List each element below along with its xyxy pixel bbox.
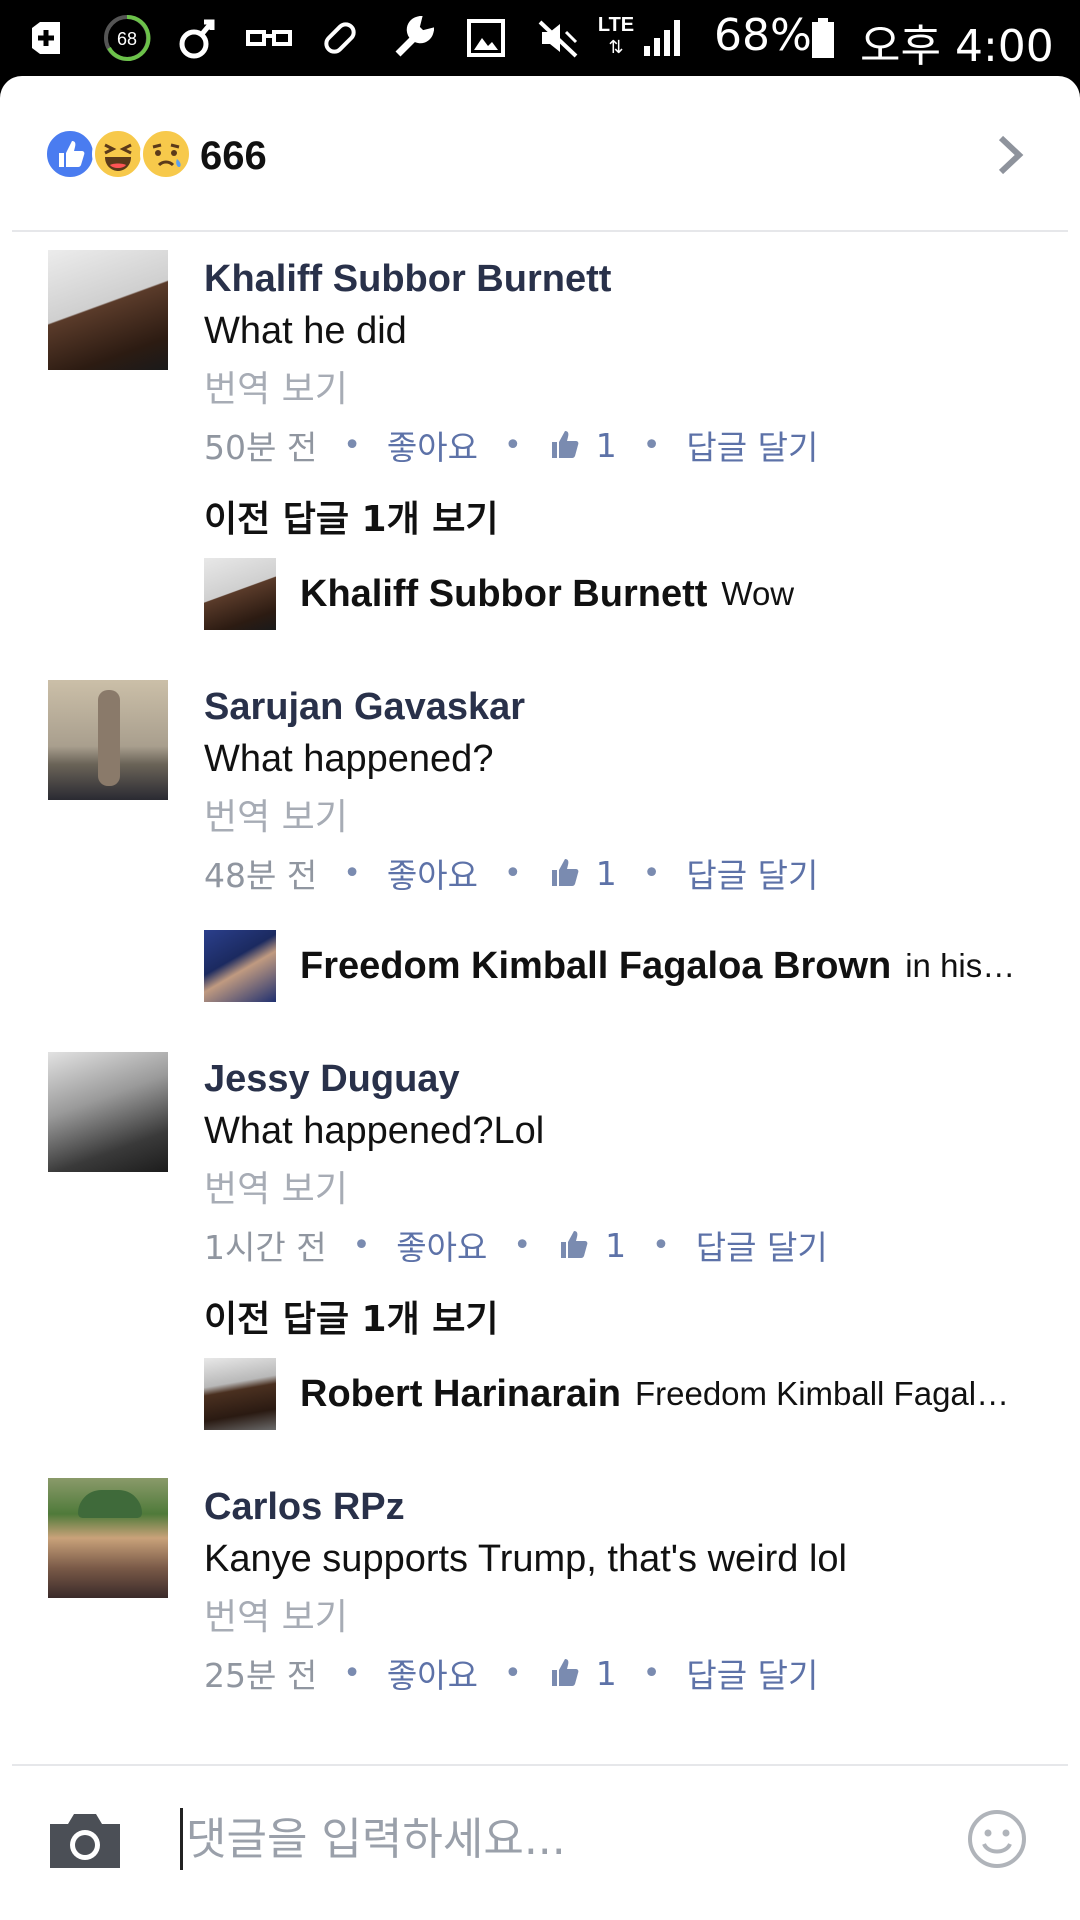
reactions-bar[interactable]: 666 (0, 76, 1080, 230)
camera-icon[interactable] (46, 1810, 124, 1872)
reply-button[interactable]: 답글 달기 (686, 421, 818, 469)
translate-link[interactable]: 번역 보기 (204, 788, 348, 840)
reply-text: Wow (721, 575, 795, 612)
thumbs-up-icon (548, 1656, 582, 1690)
image-icon (466, 14, 506, 62)
like-count: 1 (595, 1653, 617, 1693)
add-box-icon (26, 14, 66, 62)
like-button[interactable]: 좋아요 (387, 849, 478, 897)
reply-preview[interactable]: Khaliff Subbor Burnett Wow (300, 558, 1050, 630)
reply-text: in his… (905, 947, 1016, 984)
divider (12, 230, 1068, 232)
reply-avatar[interactable] (204, 1358, 276, 1430)
view-previous-replies[interactable]: 이전 답글 1개 보기 (204, 1290, 499, 1342)
comment-list[interactable]: Khaliff Subbor Burnett What he did 번역 보기… (0, 236, 1080, 1840)
mute-icon (536, 14, 580, 62)
translate-link[interactable]: 번역 보기 (204, 360, 348, 412)
comment-author[interactable]: Khaliff Subbor Burnett (204, 258, 611, 301)
translate-link[interactable]: 번역 보기 (204, 1588, 348, 1640)
comment-actions: 1시간 전 • 좋아요 • 1 • 답글 달기 (204, 1220, 828, 1270)
thumbs-up-icon (557, 1228, 591, 1262)
male-symbol-icon (178, 14, 218, 62)
reply-avatar[interactable] (204, 558, 276, 630)
signal-icon (640, 14, 686, 62)
comment-time: 50분 전 (204, 428, 318, 467)
status-bar: 68 LTE ⇅ 68% 오후 4:00 (0, 0, 1080, 76)
reply-button[interactable]: 답글 달기 (696, 1221, 828, 1269)
comment-input[interactable] (186, 1804, 946, 1874)
reply-button[interactable]: 답글 달기 (686, 849, 818, 897)
battery-icon (810, 14, 836, 62)
svg-text:68: 68 (117, 29, 137, 49)
reply-author[interactable]: Freedom Kimball Fagaloa Brown (300, 945, 891, 988)
like-count: 1 (595, 425, 617, 465)
comment-actions: 50분 전 • 좋아요 • 1 • 답글 달기 (204, 420, 818, 470)
reply-text: Freedom Kimball Fagal… (634, 1375, 1010, 1412)
like-button[interactable]: 좋아요 (396, 1221, 487, 1269)
glasses-icon (246, 14, 292, 62)
like-button[interactable]: 좋아요 (387, 1649, 478, 1697)
comment-text: What happened? (204, 738, 494, 780)
like-count: 1 (595, 853, 617, 893)
comment-time: 25분 전 (204, 1656, 318, 1695)
reply-preview[interactable]: Freedom Kimball Fagaloa Brown in his… (300, 930, 1050, 1002)
comment-time: 1시간 전 (204, 1228, 327, 1267)
avatar[interactable] (48, 1052, 168, 1172)
comment-author[interactable]: Carlos RPz (204, 1486, 405, 1529)
like-count: 1 (605, 1225, 627, 1265)
reply-button[interactable]: 답글 달기 (686, 1649, 818, 1697)
lte-icon: LTE ⇅ (597, 14, 635, 57)
thumbs-up-icon (548, 856, 582, 890)
bandage-icon (318, 14, 362, 62)
reply-preview[interactable]: Robert Harinarain Freedom Kimball Fagal… (300, 1358, 1050, 1430)
avatar[interactable] (48, 1478, 168, 1598)
avatar[interactable] (48, 250, 168, 370)
comment-author[interactable]: Sarujan Gavaskar (204, 686, 525, 729)
reply-author[interactable]: Robert Harinarain (300, 1373, 621, 1416)
like-reaction-icon (44, 128, 96, 180)
wrench-icon (390, 14, 434, 62)
avatar[interactable] (48, 680, 168, 800)
battery-percent: 68% (714, 10, 812, 61)
like-button[interactable]: 좋아요 (387, 421, 478, 469)
sad-reaction-icon (140, 128, 192, 180)
thumbs-up-icon (548, 428, 582, 462)
comment-actions: 48분 전 • 좋아요 • 1 • 답글 달기 (204, 848, 818, 898)
comment-time: 48분 전 (204, 856, 318, 895)
comments-sheet: 666 Khaliff Subbor Burnett What he did 번… (0, 76, 1080, 1920)
text-caret (180, 1808, 183, 1870)
battery-ring-icon: 68 (102, 14, 152, 62)
comment-actions: 25분 전 • 좋아요 • 1 • 답글 달기 (204, 1648, 818, 1698)
reply-author[interactable]: Khaliff Subbor Burnett (300, 573, 707, 616)
comment-text: Kanye supports Trump, that's weird lol (204, 1538, 847, 1580)
chevron-right-icon[interactable] (985, 130, 1035, 180)
view-previous-replies[interactable]: 이전 답글 1개 보기 (204, 490, 499, 542)
comment-text: What happened?Lol (204, 1110, 545, 1152)
translate-link[interactable]: 번역 보기 (204, 1160, 348, 1212)
clock: 오후 4:00 (860, 21, 1054, 72)
comment-composer (0, 1764, 1080, 1920)
comment-author[interactable]: Jessy Duguay (204, 1058, 460, 1101)
reaction-count: 666 (200, 134, 267, 178)
haha-reaction-icon (92, 128, 144, 180)
comment-text: What he did (204, 310, 407, 352)
smiley-icon[interactable] (966, 1808, 1028, 1870)
reply-avatar[interactable] (204, 930, 276, 1002)
